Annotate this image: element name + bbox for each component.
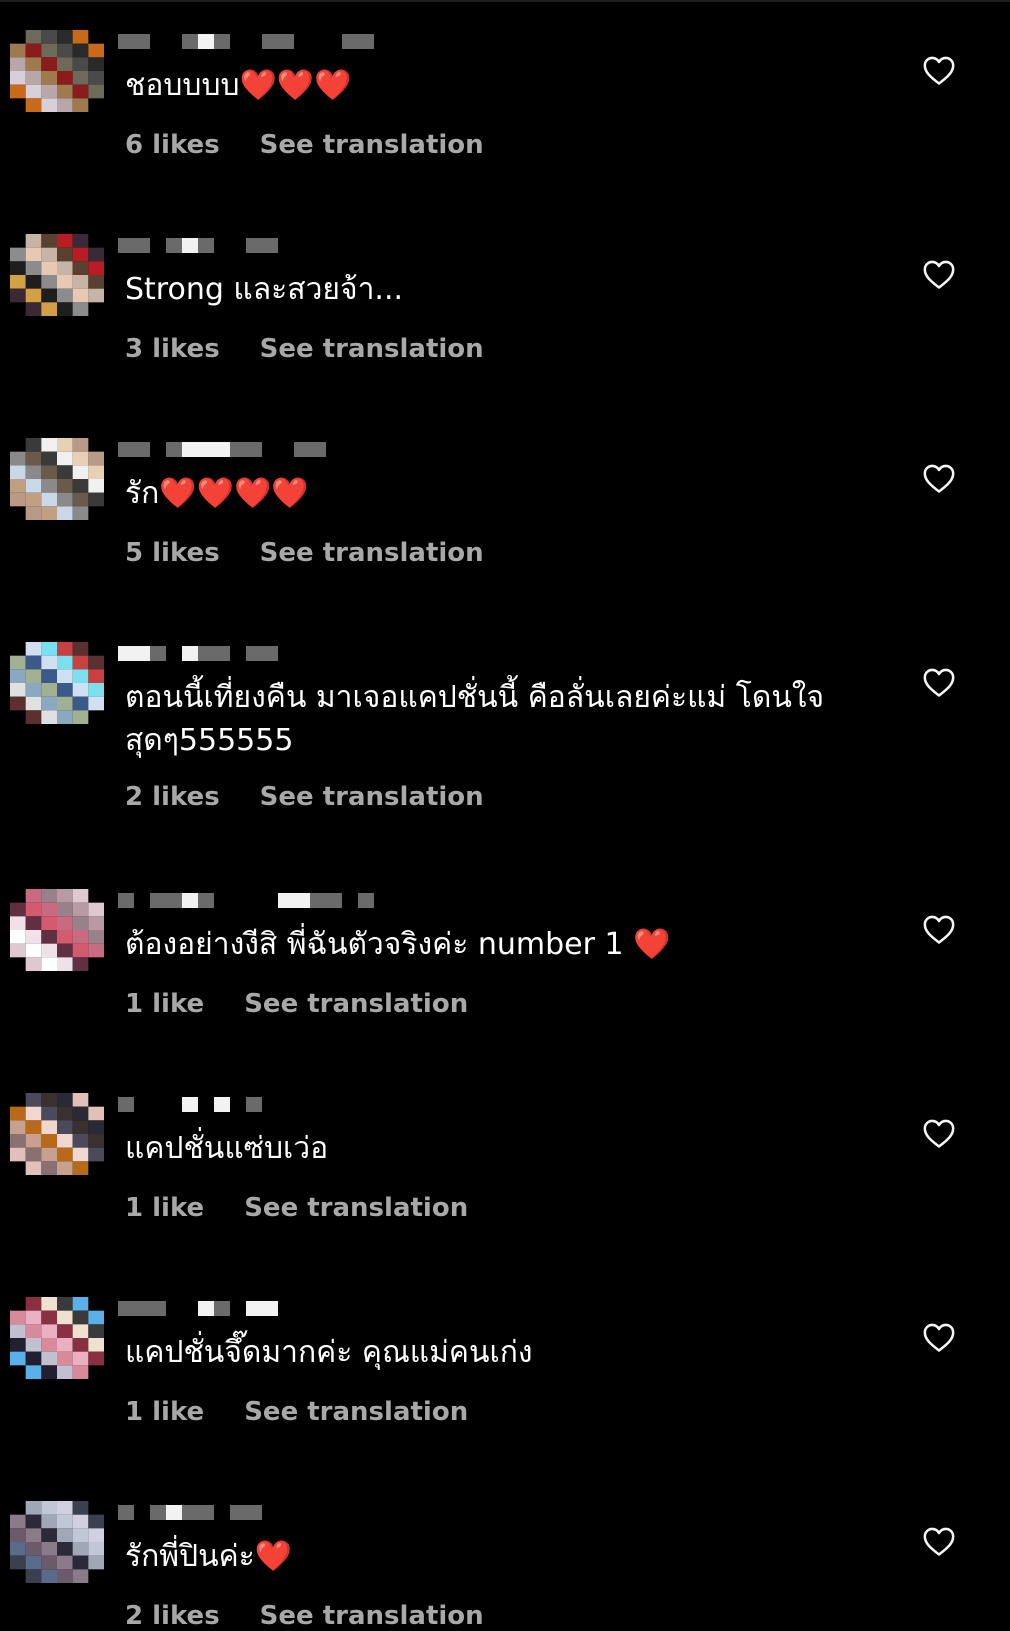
username-pixelated[interactable] [118,236,538,254]
comment-meta: 2 likes See translation [125,782,484,812]
see-translation-link[interactable]: See translation [260,538,484,568]
see-translation-link[interactable]: See translation [260,1601,484,1631]
username-pixelated[interactable] [118,1095,538,1113]
comment-meta: 2 likes See translation [125,1601,484,1631]
comment-text: ต้องอย่างงีสิ พี่ฉันตัวจริงค่ะ number 1 … [125,927,671,962]
avatar[interactable] [10,234,104,316]
heart-outline-icon[interactable] [922,913,956,945]
comment-meta: 1 like See translation [125,1397,468,1427]
username-pixelated[interactable] [118,1299,538,1317]
comment-meta: 1 like See translation [125,1193,468,1223]
heart-outline-icon[interactable] [922,1117,956,1149]
see-translation-link[interactable]: See translation [260,334,484,364]
username-pixelated[interactable] [118,32,538,50]
heart-outline-icon[interactable] [922,462,956,494]
avatar[interactable] [10,1501,104,1583]
username-pixelated[interactable] [118,1503,538,1521]
like-count[interactable]: 2 likes [125,1601,220,1631]
like-count[interactable]: 5 likes [125,538,220,568]
see-translation-link[interactable]: See translation [244,989,468,1019]
comment-meta: 1 like See translation [125,989,468,1019]
heart-outline-icon[interactable] [922,1525,956,1557]
like-count[interactable]: 1 like [125,1193,204,1223]
like-count[interactable]: 3 likes [125,334,220,364]
comment-text: รักพี่ปินค่ะ❤️ [125,1539,293,1574]
comment-text: รัก❤️❤️❤️❤️ [125,476,309,511]
heart-outline-icon[interactable] [922,1321,956,1353]
heart-outline-icon[interactable] [922,258,956,290]
comment-meta: 6 likes See translation [125,130,484,160]
avatar[interactable] [10,1297,104,1379]
like-count[interactable]: 1 like [125,1397,204,1427]
comment-meta: 3 likes See translation [125,334,484,364]
see-translation-link[interactable]: See translation [260,130,484,160]
comment-text: ตอนนี้เที่ยงคืน มาเจอแคปชั่นนี้ คือลั่นเ… [125,680,825,758]
like-count[interactable]: 2 likes [125,782,220,812]
username-pixelated[interactable] [118,891,538,909]
username-pixelated[interactable] [118,644,538,662]
avatar[interactable] [10,642,104,724]
top-divider [0,0,1010,2]
avatar[interactable] [10,438,104,520]
see-translation-link[interactable]: See translation [244,1397,468,1427]
heart-outline-icon[interactable] [922,666,956,698]
see-translation-link[interactable]: See translation [244,1193,468,1223]
username-pixelated[interactable] [118,440,538,458]
avatar[interactable] [10,30,104,112]
avatar[interactable] [10,1093,104,1175]
comment-text: ชอบบบบ❤️❤️❤️ [125,68,352,103]
avatar[interactable] [10,889,104,971]
like-count[interactable]: 1 like [125,989,204,1019]
comment-text: แคปชั่นจึ๊ดมากค่ะ คุณแม่คนเก่ง [125,1335,533,1370]
see-translation-link[interactable]: See translation [260,782,484,812]
heart-outline-icon[interactable] [922,54,956,86]
comment-text: Strong และสวยจ้า... [125,272,404,307]
comment-text: แคปชั่นแซ่บเว่อ [125,1131,329,1166]
like-count[interactable]: 6 likes [125,130,220,160]
comment-meta: 5 likes See translation [125,538,484,568]
